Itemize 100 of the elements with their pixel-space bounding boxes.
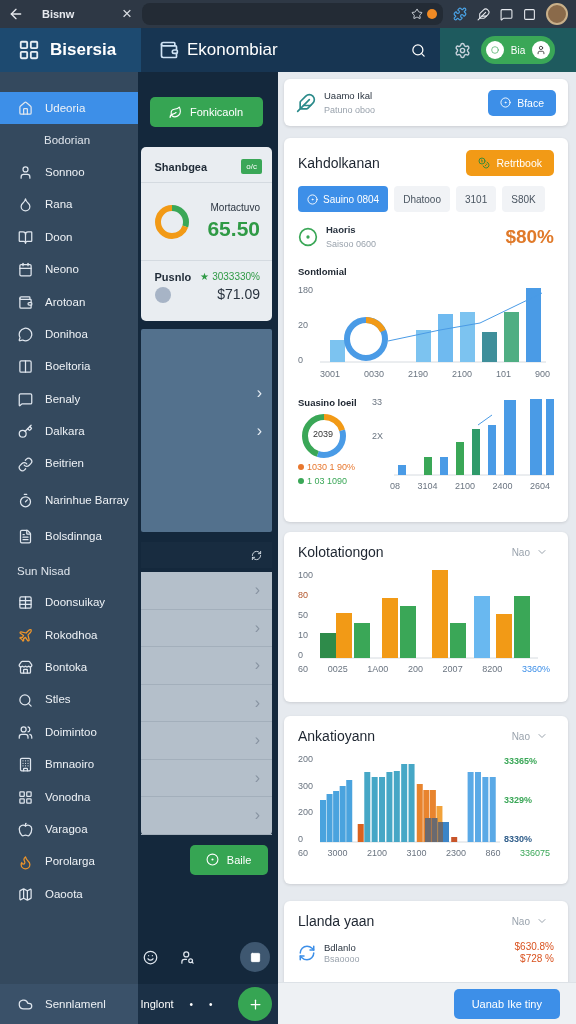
- card-title: Kolotationgon: [298, 544, 384, 560]
- axis-tick: 0030: [364, 369, 384, 379]
- axis-tick: 180: [298, 285, 315, 295]
- axis-tick: 50: [298, 610, 309, 620]
- dot-indicator: •: [189, 998, 194, 1010]
- donut-label: 2039: [313, 429, 334, 439]
- section-title: Ekonombiar: [187, 40, 279, 60]
- sidebar-item[interactable]: Bontoka: [0, 651, 138, 684]
- bottom-label: Inglont: [140, 998, 174, 1010]
- row-label: Pusnlo: [154, 271, 192, 283]
- chart-title: Suasino loeil: [298, 397, 357, 408]
- axis-tick: 101: [495, 369, 511, 379]
- sidebar-item[interactable]: Dalkara: [0, 415, 138, 448]
- axis-tick: 60: [298, 664, 308, 674]
- tab[interactable]: 3101: [456, 186, 497, 212]
- sidebar-item[interactable]: Narinhue Barray: [0, 480, 138, 521]
- value-label: $630.8%: [514, 941, 554, 952]
- section-header: Sun Nisad: [16, 563, 72, 579]
- axis-tick: 08: [390, 481, 400, 491]
- axis-tick: 336075: [519, 848, 550, 858]
- axis-tick: 900: [534, 369, 550, 379]
- sidebar-item[interactable]: Sonnoo: [0, 156, 138, 189]
- sidebar-item[interactable]: Varagoa: [0, 813, 138, 846]
- percent-label: 33365%: [504, 756, 538, 766]
- card-title: Ankatioyann: [298, 728, 376, 744]
- axis-tick: 100: [298, 570, 315, 580]
- chart-title: Sontlomial: [298, 266, 347, 277]
- sidebar-item[interactable]: Doimintoo: [0, 716, 138, 749]
- axis-tick: 80: [298, 590, 309, 600]
- axis-tick: 200: [298, 807, 315, 818]
- sidebar-item[interactable]: Vonodna: [0, 781, 138, 814]
- tab[interactable]: Dhatooo: [394, 186, 450, 212]
- brand-name: Bisersia: [50, 40, 117, 60]
- percent-label: 3329%: [504, 795, 534, 805]
- stat-subtitle: Saisoo 0600: [326, 239, 377, 249]
- chevron: ›: [254, 582, 260, 599]
- axis-tick: 0: [298, 355, 304, 365]
- sidebar-item[interactable]: Neono: [0, 253, 138, 286]
- axis-tick: 200: [407, 664, 423, 674]
- axis-tick: 200: [298, 754, 315, 764]
- sidebar-item[interactable]: Stles: [0, 683, 138, 717]
- chevron[interactable]: ›: [256, 385, 262, 401]
- card-title: Kahdolkanan: [298, 155, 380, 171]
- sidebar-item[interactable]: Boeltoria: [0, 350, 138, 384]
- chevron: ›: [254, 807, 260, 824]
- axis-tick: 300: [298, 780, 315, 791]
- chevron: ›: [254, 657, 260, 674]
- legend-label: 1030 1 90%: [307, 462, 356, 472]
- tab[interactable]: S80K: [502, 186, 545, 212]
- axis-tick: 860: [485, 848, 501, 858]
- tab-title: Bisnw: [41, 8, 76, 20]
- axis-tick: 0: [298, 650, 304, 660]
- profile-subtitle: Patuno oboo: [324, 105, 376, 115]
- sidebar-item[interactable]: Bolsdinnga: [0, 520, 138, 553]
- axis-tick: 3360%: [521, 664, 550, 674]
- axis-tick: 2100: [366, 848, 387, 858]
- chevron: ›: [254, 732, 260, 749]
- chevron: ›: [254, 769, 260, 786]
- percent-label: 8330%: [504, 834, 534, 844]
- sidebar-item[interactable]: Doonsuikay: [0, 586, 138, 620]
- axis-tick: 2X: [372, 431, 384, 441]
- change-value: ★ 3033330%: [200, 271, 260, 282]
- axis-tick: 3100: [406, 848, 427, 858]
- sidebar-item[interactable]: Beitrien: [0, 447, 138, 481]
- card-title: Shanbgea: [154, 160, 208, 173]
- axis-tick: 3001: [320, 369, 341, 379]
- axis-tick: 2100: [451, 369, 472, 379]
- profile-title: Uaamo Ikal: [324, 90, 373, 101]
- row-title: Bdlanlo: [324, 941, 356, 953]
- close-button[interactable]: ×: [122, 4, 132, 24]
- sidebar-item[interactable]: Rokodhoa: [0, 619, 138, 652]
- metric-value: 65.50: [207, 217, 260, 241]
- chevron[interactable]: ›: [256, 423, 262, 439]
- axis-tick: 2400: [492, 481, 513, 491]
- axis-tick: 2100: [454, 481, 475, 491]
- stat-title: Haoris: [326, 224, 356, 235]
- stat-value: $80%: [505, 225, 554, 248]
- sidebar-footer-item[interactable]: Sennlamenl: [0, 984, 138, 1024]
- sidebar-item[interactable]: Rana: [0, 188, 138, 222]
- axis-tick: 60: [298, 848, 308, 858]
- axis-tick: 2300: [445, 848, 466, 858]
- dot-indicator: •: [209, 998, 213, 1010]
- axis-tick: 2190: [407, 369, 428, 379]
- sidebar-item[interactable]: Porolarga: [0, 845, 138, 879]
- sidebar-item[interactable]: Doon: [0, 221, 138, 254]
- sidebar-item[interactable]: Bmnaoiro: [0, 748, 138, 782]
- axis-tick: 0: [298, 833, 304, 844]
- axis-tick: 33: [372, 397, 383, 407]
- amount: $71.09: [217, 286, 260, 302]
- status-badge: o/c: [241, 159, 262, 174]
- axis-tick: 20: [298, 320, 309, 330]
- sidebar-item[interactable]: Arotoan: [0, 285, 138, 319]
- chevron: ›: [254, 619, 260, 636]
- sidebar-item[interactable]: Benaly: [0, 383, 138, 416]
- sidebar-item[interactable]: Donihoa: [0, 318, 138, 351]
- sidebar-item[interactable]: Oaoota: [0, 878, 138, 911]
- axis-tick: 3104: [417, 481, 438, 491]
- chevron: ›: [254, 694, 260, 711]
- axis-tick: 2007: [442, 664, 463, 674]
- sidebar-subitem[interactable]: Bodorian: [0, 124, 138, 157]
